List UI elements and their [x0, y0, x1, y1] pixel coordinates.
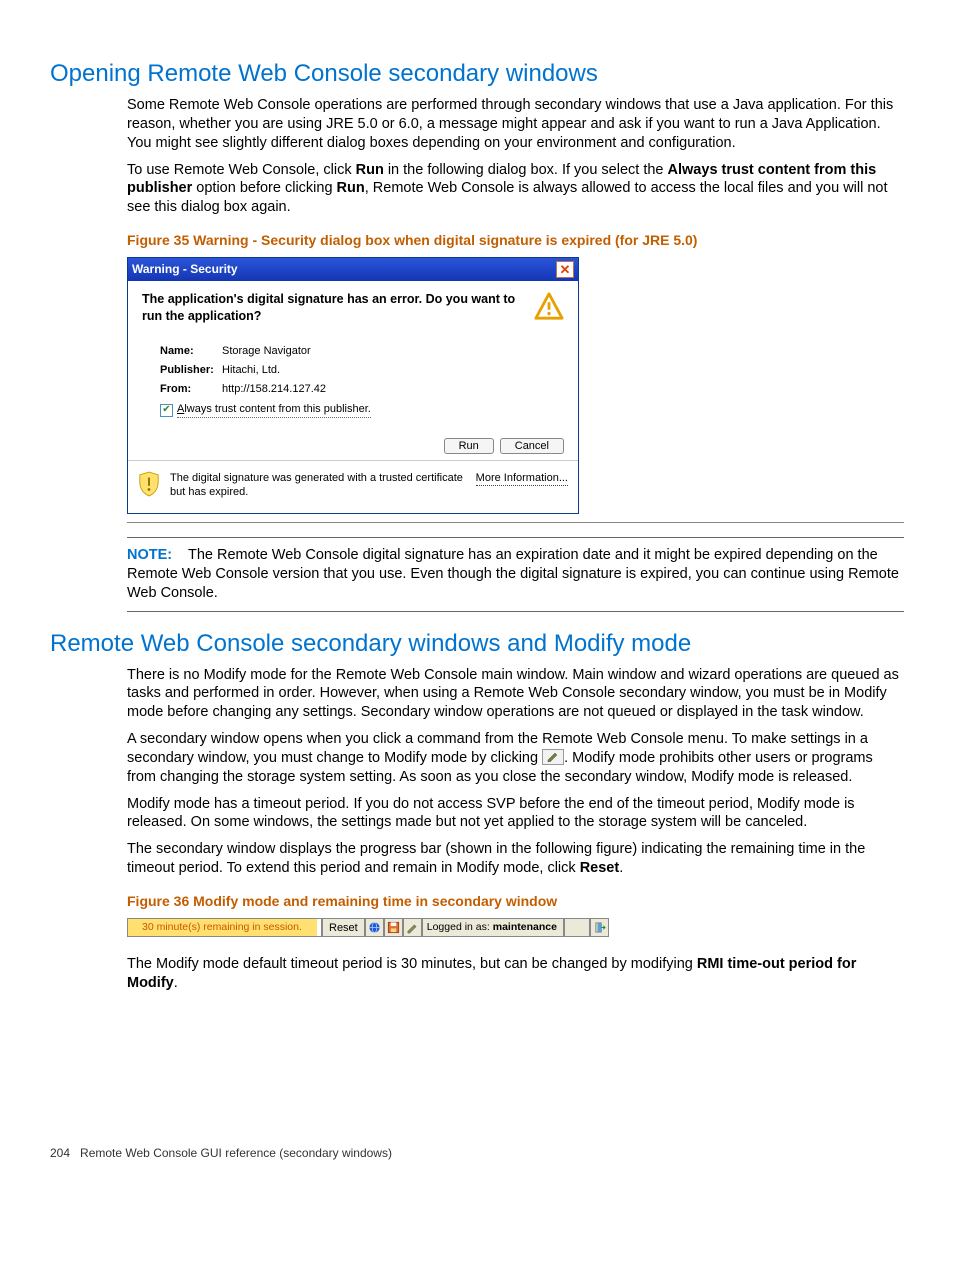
page-number: 204: [50, 1146, 70, 1160]
dialog-footer-text: The digital signature was generated with…: [170, 471, 466, 500]
close-icon: ✕: [560, 263, 571, 276]
section-heading-opening-remote: Opening Remote Web Console secondary win…: [50, 60, 904, 88]
always-trust-checkbox[interactable]: ✔ Always trust content from this publish…: [160, 402, 564, 417]
para-intro-2: To use Remote Web Console, click Run in …: [127, 161, 904, 218]
text: The Modify mode default timeout period i…: [127, 956, 697, 972]
security-warning-dialog: Warning - Security ✕ The application's d…: [127, 257, 579, 514]
para-modify-1: There is no Modify mode for the Remote W…: [127, 666, 904, 723]
modify-mode-icon: [542, 749, 564, 765]
publisher-value: Hitachi, Ltd.: [222, 363, 280, 377]
para-modify-4: The secondary window displays the progre…: [127, 840, 904, 878]
text: .: [619, 860, 623, 876]
modify-mode-toolbar: 30 minute(s) remaining in session. Reset…: [127, 918, 659, 937]
session-progress-text: 30 minute(s) remaining in session.: [130, 921, 302, 935]
cancel-button[interactable]: Cancel: [500, 438, 564, 454]
note-block: NOTE: The Remote Web Console digital sig…: [127, 537, 904, 612]
text: The secondary window displays the progre…: [127, 841, 865, 876]
page-footer-text: Remote Web Console GUI reference (second…: [80, 1146, 392, 1160]
page-footer: 204 Remote Web Console GUI reference (se…: [50, 1146, 392, 1160]
save-disk-icon[interactable]: [384, 918, 403, 937]
para-modify-5: The Modify mode default timeout period i…: [127, 955, 904, 993]
session-progress-bar: 30 minute(s) remaining in session.: [127, 918, 322, 937]
login-user: maintenance: [493, 921, 557, 935]
more-information-link[interactable]: More Information...: [476, 471, 568, 486]
edit-pencil-icon[interactable]: [403, 918, 422, 937]
warning-icon: [534, 291, 564, 325]
figure-35-caption: Figure 35 Warning - Security dialog box …: [127, 231, 904, 249]
login-label: Logged in as:: [427, 921, 490, 935]
reset-bold: Reset: [580, 860, 620, 876]
from-value: http://158.214.127.42: [222, 382, 326, 396]
note-text: The Remote Web Console digital signature…: [127, 547, 899, 601]
checkbox-label: Always trust content from this publisher…: [177, 402, 371, 417]
exit-door-icon[interactable]: [590, 918, 609, 937]
text: To use Remote Web Console, click: [127, 162, 356, 178]
para-modify-2: A secondary window opens when you click …: [127, 730, 904, 787]
dialog-titlebar: Warning - Security ✕: [128, 258, 578, 281]
close-button[interactable]: ✕: [556, 261, 574, 278]
run-button[interactable]: Run: [444, 438, 494, 454]
globe-icon[interactable]: [365, 918, 384, 937]
run-bold: Run: [356, 162, 384, 178]
reset-button[interactable]: Reset: [322, 918, 365, 937]
separator: [127, 522, 904, 523]
figure-36-caption: Figure 36 Modify mode and remaining time…: [127, 892, 904, 910]
from-label: From:: [160, 382, 222, 396]
para-modify-3: Modify mode has a timeout period. If you…: [127, 795, 904, 833]
dialog-message: The application's digital signature has …: [142, 291, 524, 324]
text: .: [174, 975, 178, 991]
note-label: NOTE:: [127, 547, 172, 563]
login-status: Logged in as: maintenance: [422, 918, 564, 937]
publisher-label: Publisher:: [160, 363, 222, 377]
text: option before clicking: [192, 180, 336, 196]
text: in the following dialog box. If you sele…: [384, 162, 668, 178]
name-label: Name:: [160, 344, 222, 358]
checkbox-icon: ✔: [160, 404, 173, 417]
name-value: Storage Navigator: [222, 344, 311, 358]
dialog-title-text: Warning - Security: [132, 262, 238, 278]
run-bold-2: Run: [337, 180, 365, 196]
section-heading-modify-mode: Remote Web Console secondary windows and…: [50, 630, 904, 658]
shield-warning-icon: [138, 471, 160, 501]
para-intro-1: Some Remote Web Console operations are p…: [127, 96, 904, 153]
